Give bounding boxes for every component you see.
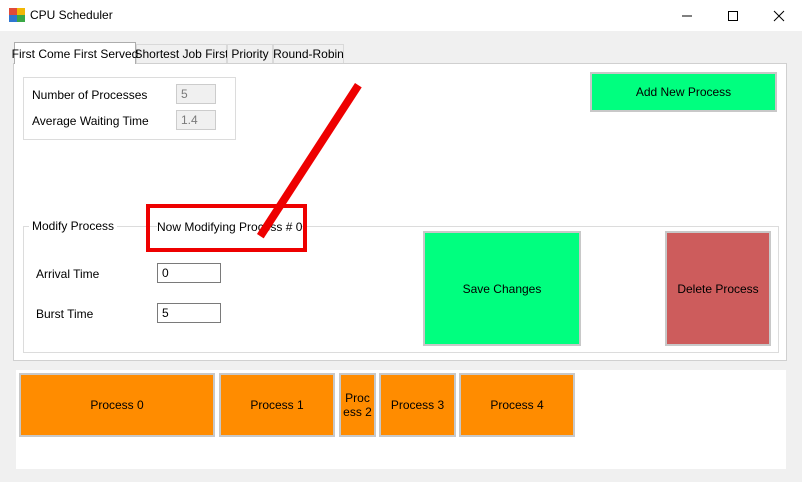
minimize-icon: [682, 15, 692, 16]
arrival-time-input[interactable]: 0: [157, 263, 221, 283]
tab-round-robin[interactable]: Round-Robin: [273, 44, 344, 63]
avg-waiting-time-label: Average Waiting Time: [32, 114, 149, 128]
minimize-button[interactable]: [664, 0, 710, 31]
tab-fcfs[interactable]: First Come First Served: [12, 42, 138, 64]
tab-priority[interactable]: Priority: [227, 44, 273, 63]
app-icon: [9, 8, 25, 22]
maximize-icon: [728, 10, 738, 21]
arrival-time-label: Arrival Time: [36, 267, 100, 281]
add-new-process-button[interactable]: Add New Process: [590, 72, 777, 112]
gantt-process-2[interactable]: Proc ess 2: [339, 373, 376, 437]
burst-time-input[interactable]: 5: [157, 303, 221, 323]
num-processes-label: Number of Processes: [32, 88, 148, 102]
window-title: CPU Scheduler: [30, 8, 113, 22]
maximize-button[interactable]: [710, 0, 756, 31]
gantt-process-1[interactable]: Process 1: [219, 373, 335, 437]
gantt-process-0[interactable]: Process 0: [19, 373, 215, 437]
close-icon: [773, 10, 785, 21]
avg-waiting-time-field: 1.4: [176, 110, 216, 130]
tab-sjf[interactable]: Shortest Job First: [134, 44, 229, 63]
annotation-highlight-box: [146, 204, 307, 252]
gantt-process-3[interactable]: Process 3: [379, 373, 456, 437]
modify-process-group-title: Modify Process: [29, 219, 118, 233]
delete-process-button[interactable]: Delete Process: [665, 231, 771, 346]
save-changes-button[interactable]: Save Changes: [423, 231, 581, 346]
burst-time-label: Burst Time: [36, 307, 94, 321]
num-processes-field: 5: [176, 84, 216, 104]
close-button[interactable]: [756, 0, 802, 31]
gantt-process-4[interactable]: Process 4: [459, 373, 575, 437]
